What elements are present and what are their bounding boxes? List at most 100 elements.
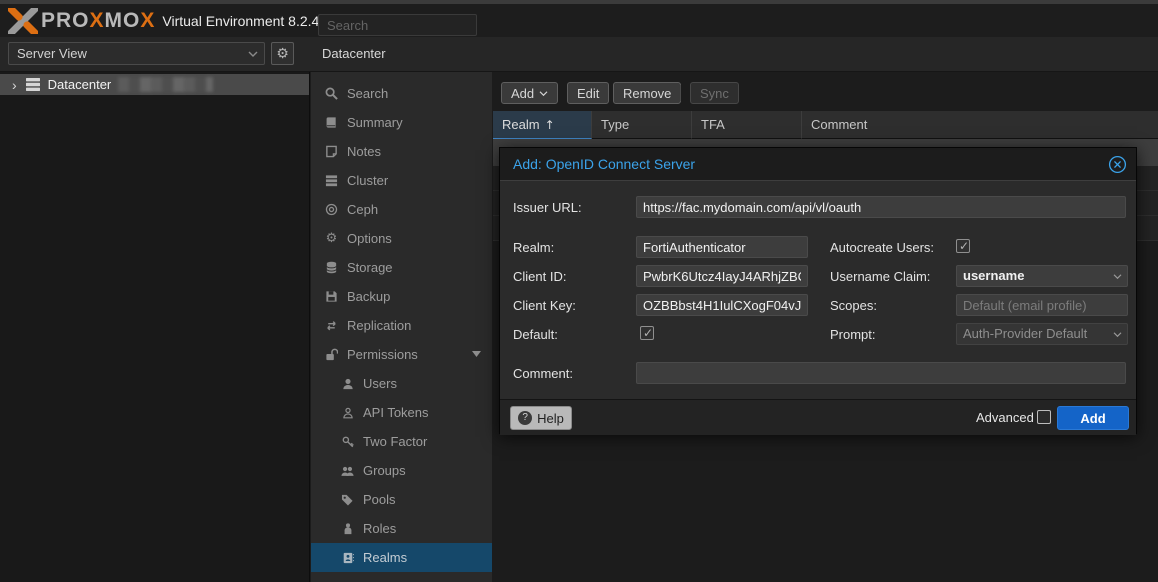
cluster-icon	[324, 174, 339, 187]
prompt-label: Prompt:	[830, 327, 876, 342]
gear-icon: ⚙	[276, 46, 289, 62]
user-outline-icon	[340, 407, 355, 419]
view-selector-label: Server View	[17, 46, 87, 61]
sort-ascending-icon: ↑	[545, 118, 555, 132]
user-icon	[340, 378, 355, 390]
username-claim-label: Username Claim:	[830, 269, 930, 284]
sidebar-item-pools[interactable]: Pools	[311, 485, 492, 514]
sidebar-item-api-tokens[interactable]: API Tokens	[311, 398, 492, 427]
address-book-icon	[340, 552, 355, 564]
note-icon	[324, 145, 339, 158]
client-key-label: Client Key:	[513, 298, 576, 313]
column-header-comment[interactable]: Comment	[802, 111, 1158, 139]
sidebar-item-backup[interactable]: Backup	[311, 282, 492, 311]
sidebar-item-permissions[interactable]: Permissions	[311, 340, 492, 369]
sidebar-item-two-factor[interactable]: Two Factor	[311, 427, 492, 456]
question-icon: ?	[518, 411, 532, 425]
caret-down-icon[interactable]	[472, 351, 481, 357]
gear-icon: ⚙	[324, 232, 339, 245]
prompt-select[interactable]: Auth-Provider Default	[956, 323, 1128, 345]
default-checkbox[interactable]	[640, 326, 654, 340]
sidebar-item-notes[interactable]: Notes	[311, 137, 492, 166]
client-key-input[interactable]	[636, 294, 808, 316]
realm-input[interactable]	[636, 236, 808, 258]
wordmark-segment: MO	[105, 10, 141, 31]
dialog-footer: ? Help Advanced Add	[500, 399, 1136, 435]
dialog-add-button[interactable]: Add	[1057, 406, 1129, 430]
book-icon	[324, 116, 339, 129]
chevron-down-icon	[1113, 273, 1122, 280]
comment-input[interactable]	[636, 362, 1126, 384]
proxmox-screen: PROXMOX Virtual Environment 8.2.4 Server…	[0, 0, 1158, 582]
add-dropdown-button[interactable]: Add	[501, 82, 558, 104]
storage-icon	[324, 261, 339, 274]
advanced-checkbox[interactable]	[1037, 410, 1051, 424]
sidebar-item-partial[interactable]	[311, 572, 492, 582]
open-lock-icon	[324, 348, 339, 361]
remove-button[interactable]: Remove	[613, 82, 681, 104]
floppy-icon	[324, 290, 339, 303]
autocreate-users-checkbox[interactable]	[956, 239, 970, 253]
sidebar-item-users[interactable]: Users	[311, 369, 492, 398]
key-icon	[340, 436, 355, 448]
view-selector-dropdown[interactable]: Server View	[8, 42, 265, 65]
sidebar-item-storage[interactable]: Storage	[311, 253, 492, 282]
app-header: PROXMOX Virtual Environment 8.2.4	[0, 4, 1158, 37]
issuer-url-input[interactable]	[636, 196, 1126, 218]
tree-node-label: Datacenter	[48, 77, 112, 92]
wordmark-segment: X	[140, 10, 155, 31]
wordmark-segment: PRO	[41, 10, 90, 31]
sync-button[interactable]: Sync	[690, 82, 739, 104]
client-id-label: Client ID:	[513, 269, 566, 284]
username-claim-select[interactable]: username	[956, 265, 1128, 287]
resource-tree-panel: › Datacenter	[0, 72, 310, 582]
close-icon[interactable]	[1108, 155, 1127, 174]
default-label: Default:	[513, 327, 558, 342]
toolbar-separator	[680, 85, 681, 101]
breadcrumb: Datacenter	[322, 46, 386, 61]
column-header-type[interactable]: Type	[592, 111, 692, 139]
sidebar-item-cluster[interactable]: Cluster	[311, 166, 492, 195]
search-icon	[324, 87, 339, 100]
chevron-down-icon	[248, 50, 258, 58]
tags-icon	[340, 494, 355, 506]
scopes-label: Scopes:	[830, 298, 877, 313]
sidebar-item-replication[interactable]: Replication	[311, 311, 492, 340]
sidebar-item-realms[interactable]: Realms	[311, 543, 492, 572]
redacted-node-name	[118, 77, 213, 92]
ceph-icon	[324, 203, 339, 216]
sidebar-item-ceph[interactable]: Ceph	[311, 195, 492, 224]
add-openid-dialog: Add: OpenID Connect Server Issuer URL: R…	[499, 147, 1137, 434]
sidebar-item-summary[interactable]: Summary	[311, 108, 492, 137]
help-button[interactable]: ? Help	[510, 406, 572, 430]
sidebar-item-groups[interactable]: Groups	[311, 456, 492, 485]
product-version-label: Virtual Environment 8.2.4	[162, 13, 319, 29]
sidebar-item-search[interactable]: Search	[311, 79, 492, 108]
sidebar-item-options[interactable]: ⚙ Options	[311, 224, 492, 253]
column-header-tfa[interactable]: TFA	[692, 111, 802, 139]
server-icon	[26, 78, 40, 91]
dialog-title: Add: OpenID Connect Server	[513, 156, 695, 172]
scopes-input[interactable]	[956, 294, 1128, 316]
sub-header: Server View ⚙ Datacenter	[0, 37, 1158, 72]
issuer-url-label: Issuer URL:	[513, 200, 582, 215]
view-settings-button[interactable]: ⚙	[271, 42, 294, 65]
autocreate-users-label: Autocreate Users:	[830, 240, 934, 255]
tree-node-datacenter[interactable]: › Datacenter	[0, 74, 309, 95]
comment-label: Comment:	[513, 366, 573, 381]
sidebar-item-roles[interactable]: Roles	[311, 514, 492, 543]
edit-button[interactable]: Edit	[567, 82, 609, 104]
wordmark-segment: X	[90, 10, 105, 31]
datacenter-nav-panel: Search Summary Notes Cluster Ceph ⚙ Opti…	[311, 72, 492, 582]
person-icon	[340, 523, 355, 535]
proxmox-wordmark: PROXMOX	[41, 10, 155, 31]
chevron-right-icon[interactable]: ›	[12, 78, 17, 92]
dialog-header[interactable]: Add: OpenID Connect Server	[500, 148, 1136, 181]
column-header-realm[interactable]: Realm↑	[493, 111, 592, 139]
chevron-down-icon	[539, 90, 548, 97]
client-id-input[interactable]	[636, 265, 808, 287]
chevron-down-icon	[1113, 331, 1122, 338]
group-icon	[340, 465, 355, 477]
sync-arrows-icon	[324, 319, 339, 332]
global-search-input[interactable]	[318, 14, 477, 36]
